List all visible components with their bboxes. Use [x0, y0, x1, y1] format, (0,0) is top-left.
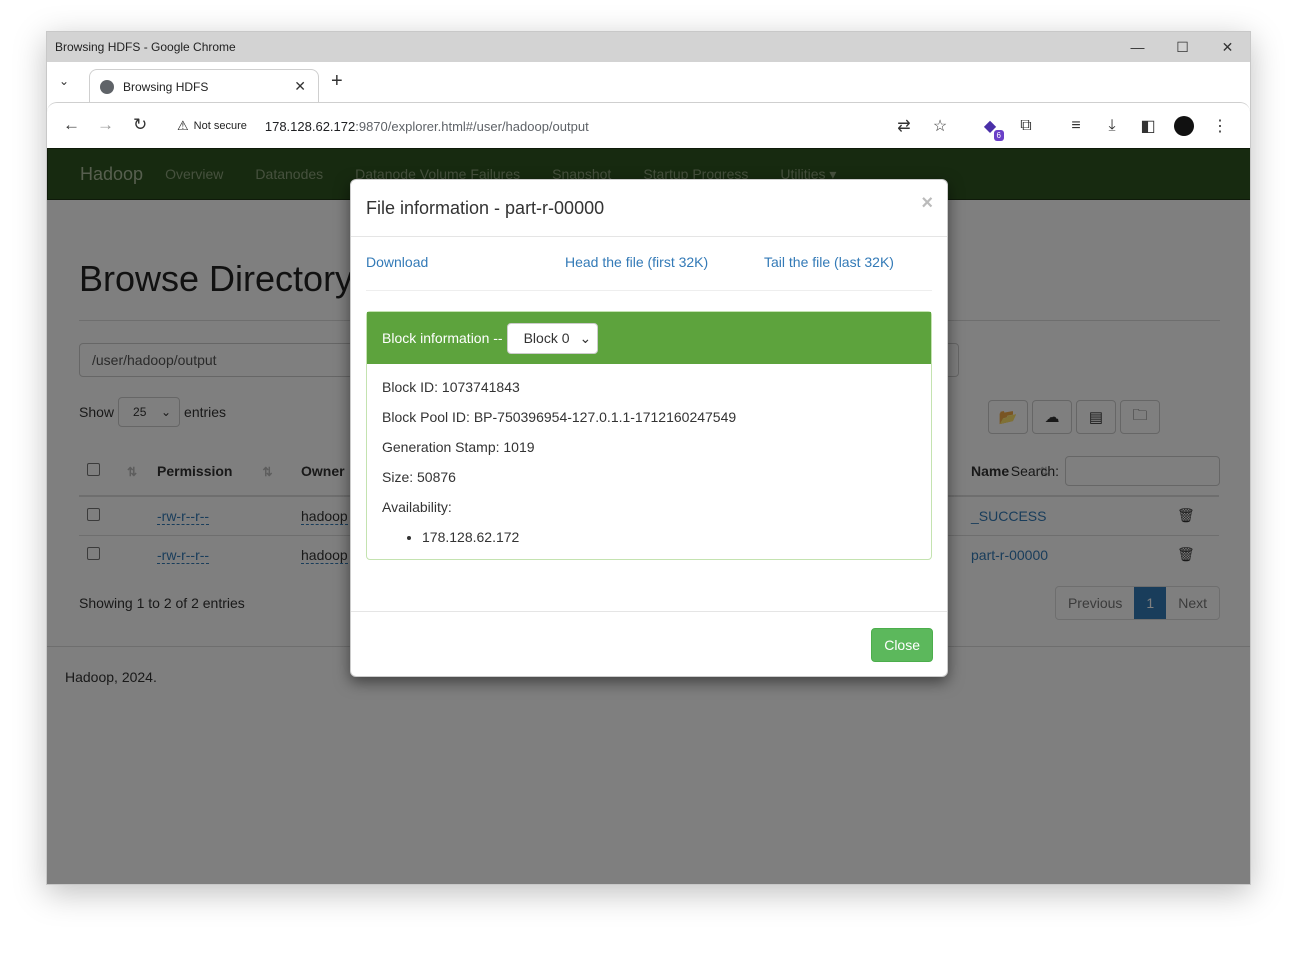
- minimize-button[interactable]: —: [1115, 32, 1160, 62]
- window-title: Browsing HDFS - Google Chrome: [55, 40, 236, 54]
- chevron-down-icon: ⌄: [579, 329, 592, 346]
- address-bar[interactable]: ⚠ Not secure 178.128.62.172 :9870/explor…: [177, 118, 589, 134]
- block-id: Block ID: 1073741843: [382, 379, 520, 395]
- block-size: Size: 50876: [382, 469, 456, 485]
- file-information-modal: File information - part-r-00000 × Downlo…: [350, 179, 948, 677]
- media-control-icon[interactable]: ≡: [1058, 114, 1094, 138]
- bookmark-star-icon[interactable]: ☆: [922, 114, 958, 138]
- forward-arrow-icon[interactable]: →: [97, 115, 114, 135]
- close-window-button[interactable]: ✕: [1205, 32, 1250, 62]
- tab-strip: ⌄ Browsing HDFS ✕ +: [47, 62, 1250, 103]
- download-icon[interactable]: ⤓: [1094, 114, 1130, 138]
- security-label[interactable]: Not secure: [194, 120, 247, 132]
- modal-title: File information - part-r-00000: [366, 198, 605, 218]
- extensions-puzzle-icon[interactable]: ⧉: [1008, 114, 1044, 138]
- close-icon[interactable]: ×: [921, 192, 933, 215]
- warning-icon: ⚠: [177, 118, 189, 133]
- profile-avatar[interactable]: [1166, 114, 1202, 138]
- page-content: Hadoop Overview Datanodes Datanode Volum…: [47, 148, 1250, 884]
- reload-icon[interactable]: ↻: [133, 115, 147, 135]
- generation-stamp: Generation Stamp: 1019: [382, 439, 535, 455]
- tab-label: Browsing HDFS: [123, 79, 209, 94]
- block-select[interactable]: Block 0 ⌄: [506, 322, 599, 354]
- block-info-panel: Block information -- Block 0 ⌄ Block ID: …: [366, 311, 932, 560]
- head-file-link[interactable]: Head the file (first 32K): [565, 254, 764, 270]
- menu-kebab-icon[interactable]: ⋮: [1202, 114, 1238, 138]
- tab-browsing-hdfs[interactable]: Browsing HDFS ✕: [89, 69, 319, 103]
- title-bar: Browsing HDFS - Google Chrome — ☐ ✕: [47, 32, 1250, 62]
- side-panel-icon[interactable]: ◧: [1130, 114, 1166, 138]
- close-button[interactable]: Close: [871, 628, 933, 662]
- new-tab-button[interactable]: +: [331, 70, 343, 93]
- extension-badge: 6: [993, 130, 1004, 141]
- url-path: :9870/explorer.html#/user/hadoop/output: [355, 118, 589, 134]
- block-info-heading: Block information --: [382, 330, 503, 346]
- close-tab-icon[interactable]: ✕: [294, 78, 306, 95]
- maximize-button[interactable]: ☐: [1160, 32, 1205, 62]
- extension-icon[interactable]: ◆ 6: [972, 114, 1008, 141]
- url-host: 178.128.62.172: [264, 118, 356, 134]
- globe-icon: [100, 79, 114, 94]
- translate-icon[interactable]: ⇄: [886, 114, 922, 138]
- tab-search-chevron-icon[interactable]: ⌄: [59, 74, 69, 88]
- availability-host: 178.128.62.172: [422, 529, 916, 545]
- tail-file-link[interactable]: Tail the file (last 32K): [764, 254, 894, 270]
- availability-label: Availability:: [382, 499, 452, 515]
- browser-toolbar: ← → ↻ ⚠ Not secure 178.128.62.172 :9870/…: [47, 102, 1250, 148]
- availability-list: 178.128.62.172: [382, 529, 916, 545]
- download-link[interactable]: Download: [366, 254, 565, 270]
- back-arrow-icon[interactable]: ←: [63, 115, 80, 135]
- browser-window: Browsing HDFS - Google Chrome — ☐ ✕ ⌄ Br…: [46, 31, 1251, 885]
- block-pool-id: Block Pool ID: BP-750396954-127.0.1.1-17…: [382, 409, 737, 425]
